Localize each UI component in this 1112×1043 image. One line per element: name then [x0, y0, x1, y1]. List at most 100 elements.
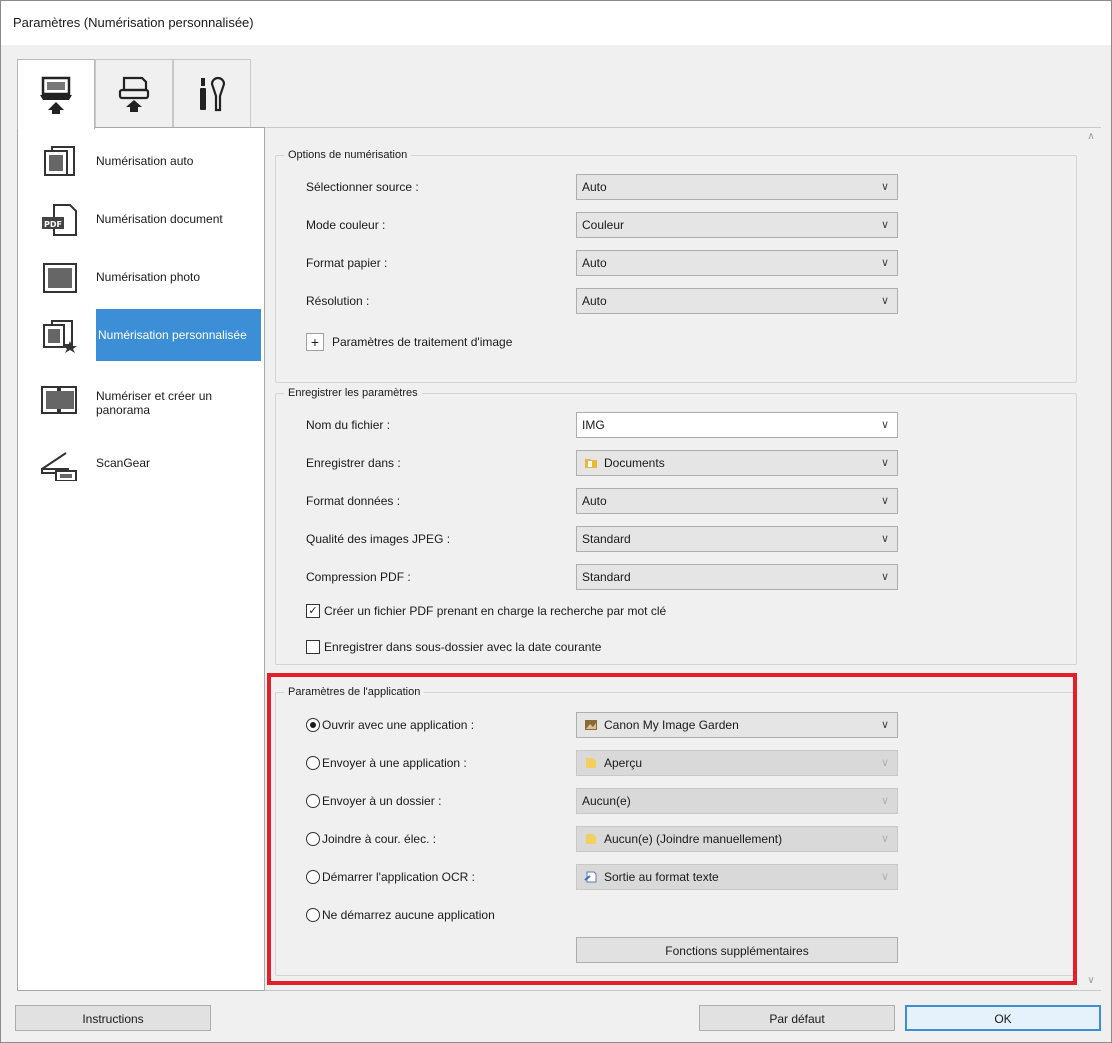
more-functions-button[interactable]: Fonctions supplémentaires [576, 937, 898, 963]
jpeg-quality-select[interactable]: Standard ∨ [576, 526, 898, 552]
paper-size-label: Format papier : [306, 256, 388, 270]
sidebar-item-label: Numérisation document [96, 212, 223, 226]
tab-general-settings[interactable] [173, 59, 251, 127]
date-subfolder-checkbox[interactable] [306, 640, 320, 654]
scan-from-computer-icon [40, 76, 72, 114]
paper-size-select[interactable]: Auto ∨ [576, 250, 898, 276]
photo-icon [43, 263, 77, 293]
panel-scrollbar[interactable]: ∧ ∨ [1081, 128, 1101, 990]
title-bar: Paramètres (Numérisation personnalisée) [1, 1, 1111, 45]
sidebar-item-label: Numérisation photo [96, 270, 201, 284]
window-title: Paramètres (Numérisation personnalisée) [13, 15, 254, 30]
send-to-folder-label: Envoyer à un dossier : [322, 794, 442, 808]
send-to-folder-select[interactable]: Aucun(e) ∨ [576, 788, 898, 814]
resolution-select[interactable]: Auto ∨ [576, 288, 898, 314]
data-format-label: Format données : [306, 494, 401, 508]
start-ocr-value: Sortie au format texte [604, 870, 719, 884]
application-settings-legend: Paramètres de l'application [284, 684, 425, 700]
start-ocr-label: Démarrer l'application OCR : [322, 870, 476, 884]
tab-scan-from-panel[interactable] [95, 59, 173, 127]
sidebar-item-auto-scan[interactable]: Numérisation auto [18, 135, 264, 187]
chevron-down-icon: ∨ [880, 295, 890, 307]
sidebar-item-label: Numérisation personnalisée [96, 309, 261, 361]
filename-combo[interactable]: IMG ∨ [576, 412, 898, 438]
start-ocr-radio[interactable] [306, 870, 320, 884]
resolution-value: Auto [582, 294, 607, 308]
chevron-down-icon: ∨ [880, 419, 890, 431]
save-settings-group: Enregistrer les paramètres Nom du fichie… [275, 385, 1077, 665]
source-select[interactable]: Auto ∨ [576, 174, 898, 200]
send-to-app-label: Envoyer à une application : [322, 756, 467, 770]
settings-panel: Options de numérisation Sélectionner sou… [265, 127, 1101, 991]
chevron-down-icon: ∨ [880, 181, 890, 193]
sidebar-item-label: ScanGear [96, 456, 151, 470]
sidebar-item-panorama[interactable]: Numériser et créer un panorama [18, 373, 264, 425]
general-settings-icon [200, 76, 226, 111]
chevron-down-icon: ∨ [880, 257, 890, 269]
scan-from-panel-icon [118, 76, 150, 112]
searchable-pdf-checkbox[interactable]: ✓ [306, 604, 320, 618]
sidebar-item-scangear[interactable]: ScanGear [18, 437, 264, 489]
sidebar-item-custom-scan[interactable]: Numérisation personnalisée [18, 309, 264, 361]
chevron-down-icon: ∨ [880, 871, 890, 883]
open-with-app-radio[interactable] [306, 718, 320, 732]
image-processing-label: Paramètres de traitement d'image [332, 335, 513, 349]
scan-options-group: Options de numérisation Sélectionner sou… [275, 147, 1077, 383]
chevron-down-icon: ∨ [880, 757, 890, 769]
attach-email-label: Joindre à cour. élec. : [322, 832, 437, 846]
chevron-down-icon: ∨ [880, 833, 890, 845]
scan-mode-list: Numérisation auto PDF Numérisation docum… [17, 127, 265, 991]
preview-app-icon [586, 757, 596, 768]
chevron-down-icon: ∨ [880, 533, 890, 545]
send-to-folder-radio[interactable] [306, 794, 320, 808]
sidebar-item-label: Numériser et créer un panorama [96, 389, 213, 417]
ok-button[interactable]: OK [905, 1005, 1101, 1031]
source-value: Auto [582, 180, 607, 194]
expand-image-processing-button[interactable]: + [306, 333, 324, 351]
no-app-radio[interactable] [306, 908, 320, 922]
filename-label: Nom du fichier : [306, 418, 391, 432]
color-mode-select[interactable]: Couleur ∨ [576, 212, 898, 238]
resolution-label: Résolution : [306, 294, 370, 308]
svg-text:PDF: PDF [44, 220, 62, 229]
send-to-app-radio[interactable] [306, 756, 320, 770]
color-mode-value: Couleur [582, 218, 625, 232]
paper-size-value: Auto [582, 256, 607, 270]
source-label: Sélectionner source : [306, 180, 419, 194]
attach-email-value: Aucun(e) (Joindre manuellement) [604, 832, 783, 846]
documents-folder-icon [585, 458, 597, 468]
scangear-icon [41, 452, 77, 481]
settings-dialog: Paramètres (Numérisation personnalisée) [0, 0, 1112, 1043]
chevron-up-icon[interactable]: ∧ [1081, 128, 1101, 146]
start-ocr-select[interactable]: Sortie au format texte ∨ [576, 864, 898, 890]
image-garden-app-icon [585, 719, 597, 730]
sidebar-item-label: Numérisation auto [96, 154, 194, 168]
no-app-label: Ne démarrez aucune application [322, 908, 495, 922]
searchable-pdf-label: Créer un fichier PDF prenant en charge l… [324, 604, 667, 618]
send-to-app-value: Aperçu [604, 756, 643, 770]
save-in-select[interactable]: Documents ∨ [576, 450, 898, 476]
chevron-down-icon[interactable]: ∨ [1081, 972, 1101, 990]
pdf-compression-select[interactable]: Standard ∨ [576, 564, 898, 590]
attach-email-radio[interactable] [306, 832, 320, 846]
instructions-button[interactable]: Instructions [15, 1005, 211, 1031]
application-settings-group: Paramètres de l'application Ouvrir avec … [275, 684, 1077, 976]
data-format-value: Auto [582, 494, 607, 508]
chevron-down-icon: ∨ [880, 457, 890, 469]
open-with-app-label: Ouvrir avec une application : [322, 718, 475, 732]
send-to-app-select[interactable]: Aperçu ∨ [576, 750, 898, 776]
auto-scan-icon [44, 146, 75, 176]
sidebar-item-document-scan[interactable]: PDF Numérisation document [18, 193, 264, 245]
sidebar-item-photo-scan[interactable]: Numérisation photo [18, 251, 264, 303]
chevron-down-icon: ∨ [880, 795, 890, 807]
jpeg-quality-label: Qualité des images JPEG : [306, 532, 451, 546]
scan-options-legend: Options de numérisation [284, 147, 412, 163]
defaults-button[interactable]: Par défaut [699, 1005, 895, 1031]
attach-email-select[interactable]: Aucun(e) (Joindre manuellement) ∨ [576, 826, 898, 852]
email-app-icon [586, 833, 596, 844]
pdf-document-icon: PDF [42, 204, 77, 236]
save-in-label: Enregistrer dans : [306, 456, 401, 470]
data-format-select[interactable]: Auto ∨ [576, 488, 898, 514]
tab-scan-from-computer[interactable] [17, 59, 95, 129]
open-with-app-select[interactable]: Canon My Image Garden ∨ [576, 712, 898, 738]
